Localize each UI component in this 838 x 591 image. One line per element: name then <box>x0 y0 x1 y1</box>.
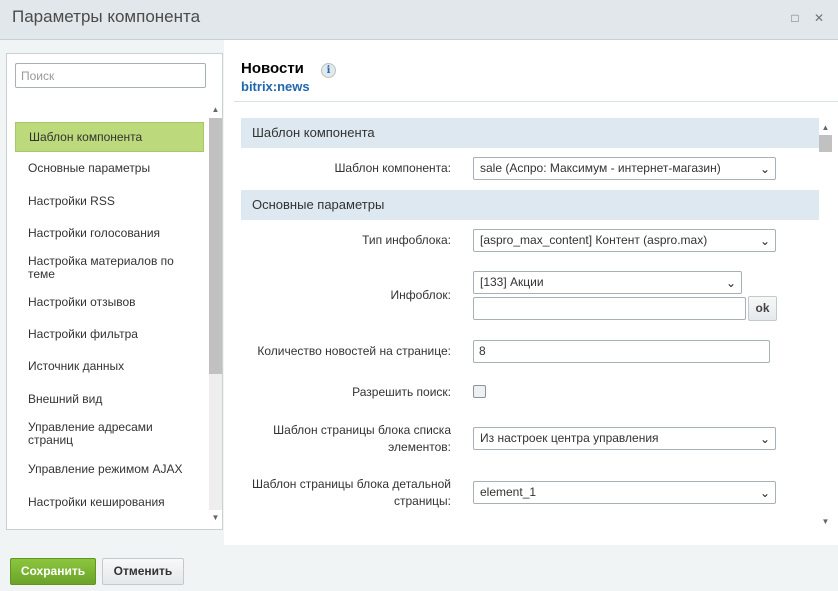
iblock-select-value: [133] Акции <box>480 275 544 289</box>
sidebar-item-related[interactable]: Настройка материалов по теме <box>15 250 204 286</box>
detail-template-select[interactable]: element_1 ⌄ <box>473 481 776 504</box>
sidebar-item-appearance[interactable]: Внешний вид <box>15 383 204 415</box>
template-select[interactable]: sale (Аспро: Максимум - интернет-магазин… <box>473 157 776 180</box>
list-template-select[interactable]: Из настроек центра управления ⌄ <box>473 427 776 450</box>
sidebar-item-label: Управление адресами страниц <box>28 420 153 447</box>
scroll-up-icon[interactable]: ▲ <box>209 104 222 116</box>
sidebar-item-reviews[interactable]: Настройки отзывов <box>15 286 204 318</box>
iblock-type-select[interactable]: [aspro_max_content] Контент (aspro.max) … <box>473 229 776 252</box>
list-template-label: Шаблон страницы блока списка элементов: <box>273 423 451 454</box>
header-divider <box>234 101 838 102</box>
chevron-down-icon: ⌄ <box>759 486 770 500</box>
maximize-icon[interactable]: □ <box>789 12 801 24</box>
sidebar-item-label: Настройки RSS <box>28 193 115 208</box>
sidebar-menu: Шаблон компонента Основные параметры Нас… <box>15 122 204 518</box>
dialog-titlebar: Параметры компонента □ ✕ <box>0 0 838 40</box>
scroll-thumb[interactable] <box>209 118 222 374</box>
sidebar-scrollbar[interactable]: ▲ ▼ <box>209 104 222 524</box>
sidebar-item-rss[interactable]: Настройки RSS <box>15 185 204 217</box>
sidebar-item-label: Настройки голосования <box>28 226 161 240</box>
allow-search-label: Разрешить поиск: <box>352 385 451 399</box>
sidebar-item-main-params[interactable]: Основные параметры <box>15 152 204 185</box>
sidebar-item-voting[interactable]: Настройки голосования <box>15 217 204 250</box>
sidebar-item-label: Внешний вид <box>28 391 103 406</box>
component-name: Новости <box>241 60 304 77</box>
list-template-select-value: Из настроек центра управления <box>480 431 659 445</box>
chevron-down-icon: ⌄ <box>759 234 770 248</box>
detail-template-label: Шаблон страницы блока детальной страницы… <box>251 477 451 508</box>
iblock-ok-button[interactable]: ok <box>748 296 777 321</box>
save-button[interactable]: Сохранить <box>10 558 96 585</box>
scroll-thumb[interactable] <box>819 135 832 152</box>
component-header: Новости bitrix:news <box>241 60 310 94</box>
sidebar-item-label: Основные параметры <box>28 161 151 175</box>
sidebar: Шаблон компонента Основные параметры Нас… <box>6 53 223 530</box>
news-count-input[interactable]: 8 <box>473 340 770 363</box>
template-select-value: sale (Аспро: Максимум - интернет-магазин… <box>480 161 721 175</box>
sidebar-item-label: Настройки отзывов <box>28 294 136 309</box>
scroll-down-icon[interactable]: ▼ <box>819 516 832 528</box>
iblock-type-select-value: [aspro_max_content] Контент (aspro.max) <box>480 233 708 247</box>
chevron-down-icon: ⌄ <box>759 162 770 176</box>
sidebar-item-url-management[interactable]: Управление адресами страниц <box>15 415 204 453</box>
sidebar-item-cache[interactable]: Настройки кеширования <box>15 486 204 518</box>
scroll-up-icon[interactable]: ▲ <box>819 122 832 134</box>
sidebar-item-data-source[interactable]: Источник данных <box>15 350 204 383</box>
iblock-label: Инфоблок: <box>390 288 451 302</box>
dialog-title: Параметры компонента <box>12 7 201 26</box>
section-main-params: Основные параметры <box>241 190 819 220</box>
info-icon[interactable]: i <box>321 63 336 78</box>
iblock-select[interactable]: [133] Акции ⌄ <box>473 271 742 294</box>
sidebar-item-template[interactable]: Шаблон компонента <box>15 122 204 152</box>
chevron-down-icon: ⌄ <box>759 432 770 446</box>
sidebar-item-label: Настройки фильтра <box>28 326 138 341</box>
iblock-id-input[interactable] <box>473 297 746 320</box>
settings-scrollbar[interactable]: ▲ ▼ <box>819 122 832 528</box>
allow-search-checkbox[interactable] <box>473 385 486 398</box>
sidebar-item-label: Управление режимом AJAX <box>28 462 183 476</box>
cancel-button[interactable]: Отменить <box>102 558 184 585</box>
sidebar-item-filter[interactable]: Настройки фильтра <box>15 318 204 350</box>
close-icon[interactable]: ✕ <box>813 12 825 24</box>
dialog-footer: Сохранить Отменить <box>0 545 838 591</box>
iblock-type-label: Тип инфоблока: <box>362 233 451 247</box>
scroll-down-icon[interactable]: ▼ <box>209 512 222 524</box>
sidebar-item-ajax[interactable]: Управление режимом AJAX <box>15 453 204 486</box>
settings-panel: Новости bitrix:news i Шаблон компонента … <box>224 40 838 545</box>
component-code: bitrix:news <box>241 79 310 94</box>
search-input[interactable] <box>15 63 206 88</box>
detail-template-select-value: element_1 <box>480 485 537 499</box>
chevron-down-icon: ⌄ <box>725 276 736 290</box>
template-label: Шаблон компонента: <box>334 161 451 175</box>
section-template: Шаблон компонента <box>241 118 819 148</box>
sidebar-item-label: Настройки кеширования <box>28 494 165 509</box>
sidebar-item-label: Источник данных <box>28 359 125 373</box>
sidebar-item-label: Настройка материалов по теме <box>28 254 174 281</box>
sidebar-item-label: Шаблон компонента <box>29 129 143 144</box>
news-count-label: Количество новостей на странице: <box>257 344 451 358</box>
dialog-body: Шаблон компонента Основные параметры Нас… <box>0 40 838 545</box>
